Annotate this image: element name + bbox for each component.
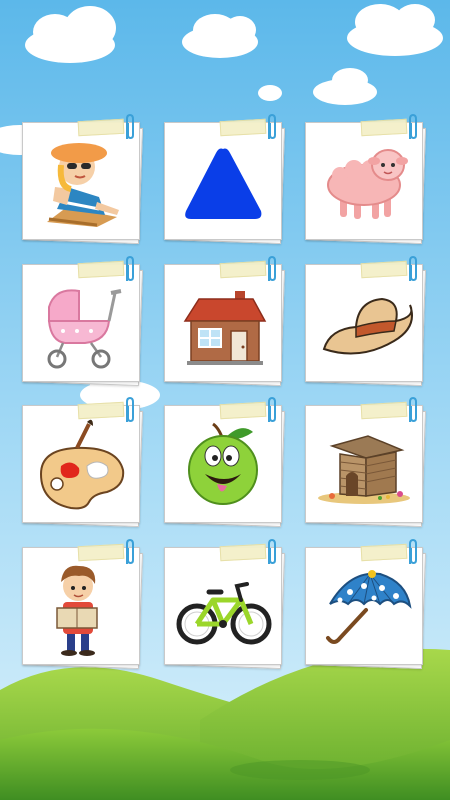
shed-icon bbox=[318, 435, 410, 504]
picture-card-sheep[interactable] bbox=[305, 113, 426, 244]
picture-card-house[interactable] bbox=[164, 255, 285, 386]
blue-triangle-icon bbox=[185, 148, 262, 219]
picture-card-baby-stroller[interactable] bbox=[22, 255, 143, 386]
picture-card-bicycle[interactable] bbox=[164, 538, 285, 669]
picture-card-umbrella[interactable] bbox=[305, 538, 426, 669]
apple-face-icon bbox=[188, 422, 258, 505]
hat-icon bbox=[322, 297, 413, 355]
picture-card-sunbathing-girl[interactable] bbox=[22, 113, 143, 244]
bicycle-icon bbox=[176, 582, 272, 645]
sunbathing-girl-icon bbox=[47, 143, 119, 227]
house-icon bbox=[183, 291, 267, 365]
picture-card-triangle[interactable] bbox=[164, 113, 285, 244]
picture-card-paint-palette[interactable] bbox=[22, 396, 143, 527]
umbrella-icon bbox=[326, 570, 412, 644]
palette-icon bbox=[39, 419, 125, 510]
picture-card-hat[interactable] bbox=[305, 255, 426, 386]
picture-card-boy-reading[interactable] bbox=[22, 538, 143, 669]
picture-card-shed[interactable] bbox=[305, 396, 426, 527]
sheep-icon bbox=[327, 149, 408, 219]
stroller-icon bbox=[47, 289, 122, 369]
boy-reading-icon bbox=[56, 565, 98, 656]
picture-card-apple[interactable] bbox=[164, 396, 285, 527]
